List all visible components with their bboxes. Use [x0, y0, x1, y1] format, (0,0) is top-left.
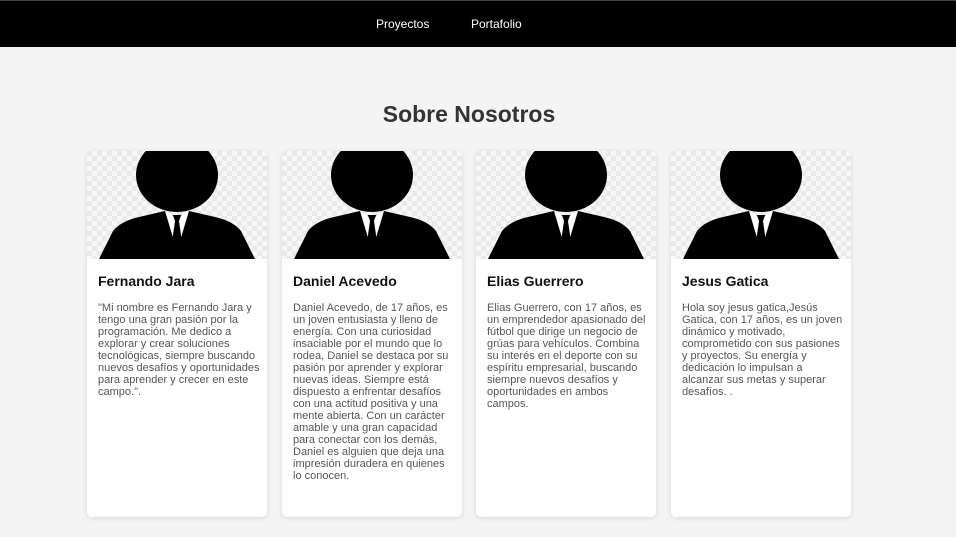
- member-bio: Elias Guerrero, con 17 años, es un empre…: [487, 302, 646, 410]
- member-card: Fernando Jara "Mi nombre es Fernando Jar…: [87, 151, 267, 517]
- person-silhouette-icon: [671, 151, 851, 259]
- member-bio: Hola soy jesus gatica,Jesús Gatica, con …: [682, 302, 843, 398]
- section-title: Sobre Nosotros: [382, 101, 556, 127]
- member-bio: "Mi nombre es Fernando Jara y tengo una …: [98, 302, 260, 398]
- person-silhouette-icon: [282, 151, 462, 259]
- member-name: Elias Guerrero: [487, 273, 584, 289]
- member-name: Fernando Jara: [98, 273, 195, 289]
- member-card: Daniel Acevedo Daniel Acevedo, de 17 año…: [282, 151, 462, 517]
- person-silhouette-icon: [87, 151, 267, 259]
- member-name: Daniel Acevedo: [293, 273, 397, 289]
- nav-link-proyectos[interactable]: Proyectos: [376, 17, 429, 31]
- member-name: Jesus Gatica: [682, 273, 769, 289]
- nav-link-portafolio[interactable]: Portafolio: [471, 17, 522, 31]
- person-silhouette-icon: [476, 151, 656, 259]
- member-card: Elias Guerrero Elias Guerrero, con 17 añ…: [476, 151, 656, 517]
- top-navbar: Proyectos Portafolio: [0, 0, 956, 47]
- member-card: Jesus Gatica Hola soy jesus gatica,Jesús…: [671, 151, 851, 517]
- member-bio: Daniel Acevedo, de 17 años, es un joven …: [293, 302, 449, 482]
